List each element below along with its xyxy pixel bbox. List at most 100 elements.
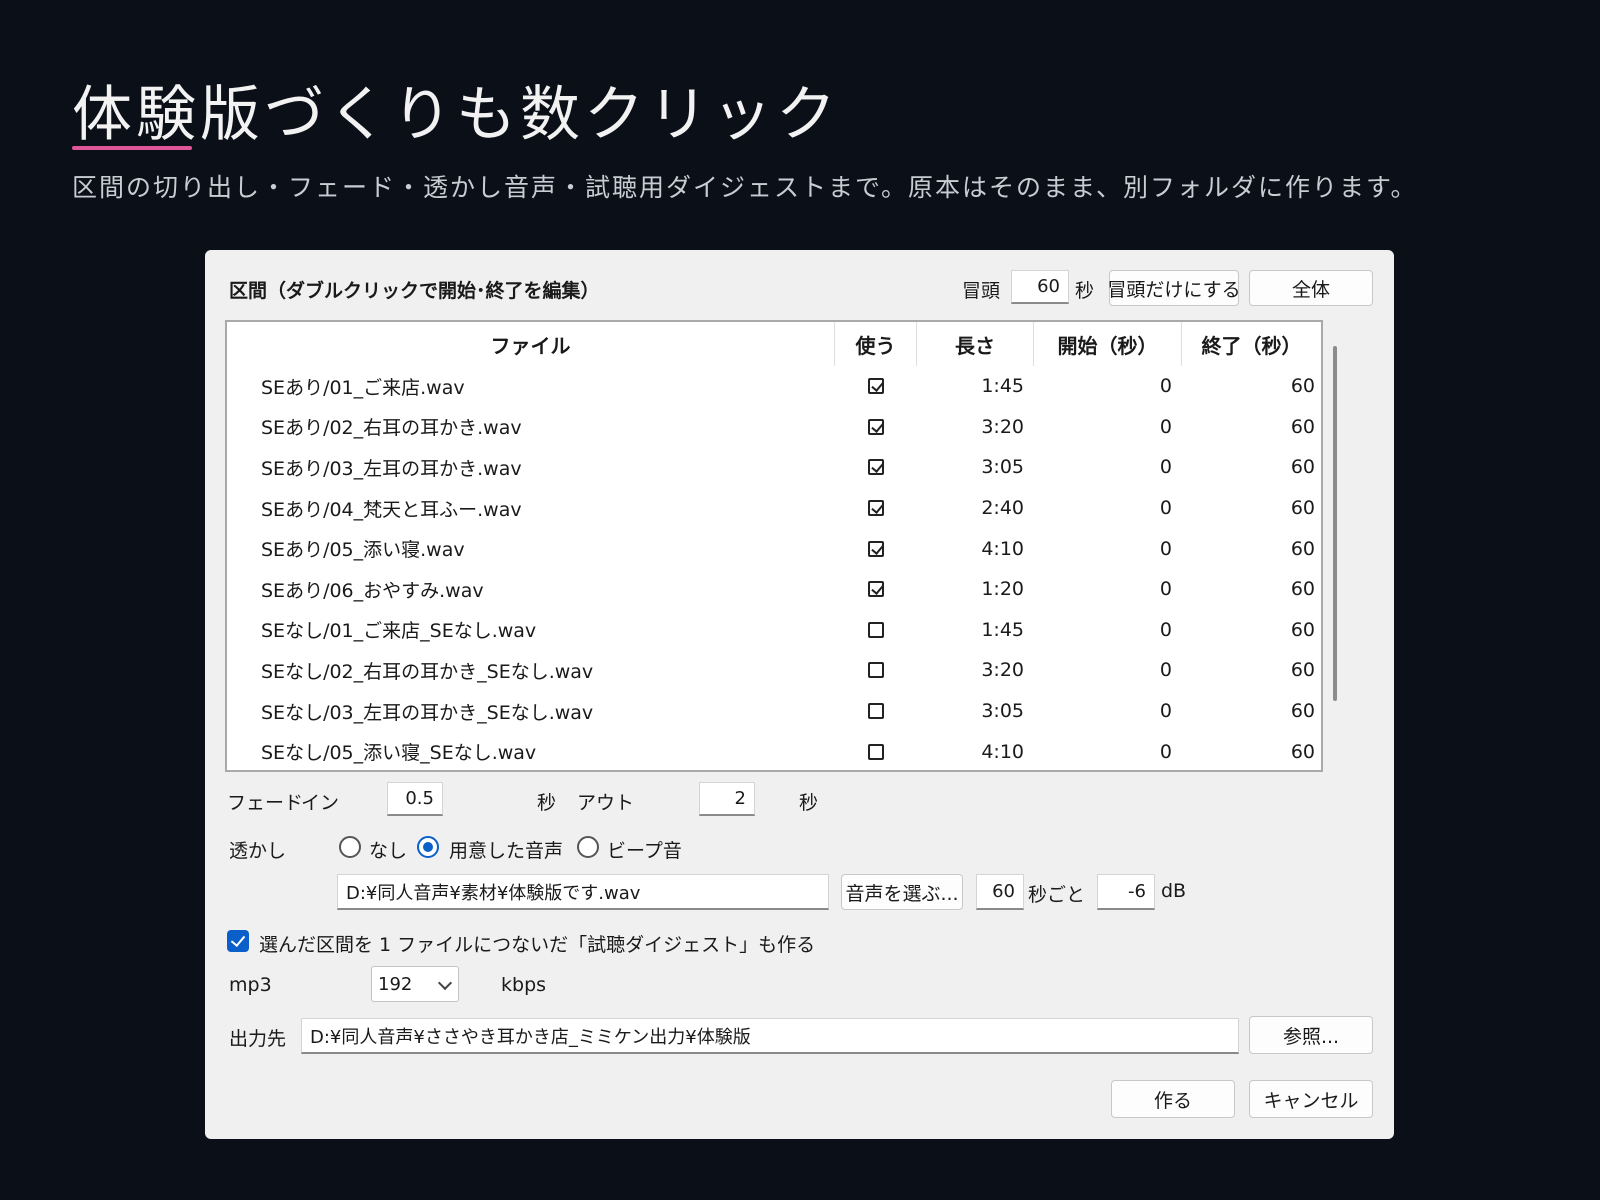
- browse-button[interactable]: 参照...: [1249, 1016, 1373, 1054]
- end-cell[interactable]: 60: [1182, 569, 1321, 610]
- fade-out-input[interactable]: 2: [699, 782, 755, 816]
- use-checkbox[interactable]: [868, 581, 884, 598]
- table-body: SEあり/01_ご来店.wav 1:45 0 60 SEあり/02_右耳の耳かき.wav…: [227, 366, 1321, 770]
- watermark-beep-label[interactable]: ビープ音: [607, 836, 682, 863]
- output-label: 出力先: [229, 1028, 287, 1050]
- watermark-gain-input[interactable]: -6: [1097, 874, 1155, 910]
- use-cell: [835, 447, 917, 488]
- head-label: 冒頭: [962, 280, 1001, 302]
- table-header: ファイル 使う 長さ 開始（秒） 終了（秒）: [227, 322, 1321, 366]
- end-cell[interactable]: 60: [1182, 488, 1321, 529]
- file-cell: SEあり/02_右耳の耳かき.wav: [261, 417, 522, 440]
- column-file[interactable]: ファイル: [227, 322, 835, 366]
- file-cell: SEなし/02_右耳の耳かき_SEなし.wav: [261, 660, 594, 683]
- start-cell[interactable]: 0: [1034, 731, 1182, 770]
- choose-audio-button[interactable]: 音声を選ぶ...: [841, 874, 963, 910]
- file-cell: SEあり/05_添い寝.wav: [261, 539, 465, 562]
- column-use[interactable]: 使う: [835, 322, 917, 366]
- table-row[interactable]: SEあり/06_おやすみ.wav 1:20 0 60: [227, 569, 1321, 610]
- table-row[interactable]: SEなし/05_添い寝_SEなし.wav 4:10 0 60: [227, 731, 1321, 770]
- use-cell: [835, 691, 917, 732]
- end-cell[interactable]: 60: [1182, 447, 1321, 488]
- table-row[interactable]: SEあり/02_右耳の耳かき.wav 3:20 0 60: [227, 407, 1321, 448]
- start-cell[interactable]: 0: [1034, 366, 1182, 407]
- length-cell: 1:20: [981, 578, 1024, 601]
- start-cell[interactable]: 0: [1034, 691, 1182, 732]
- fade-out-label: アウト: [577, 792, 635, 814]
- output-path-input[interactable]: D:¥同人音声¥ささやき耳かき店_ミミケン出力¥体験版: [301, 1018, 1239, 1054]
- watermark-interval-unit: 秒ごと: [1028, 884, 1086, 906]
- slide-subtitle: 区間の切り出し・フェード・透かし音声・試聴用ダイジェストまで。原本はそのまま、別…: [72, 173, 1418, 202]
- start-cell[interactable]: 0: [1034, 407, 1182, 448]
- column-start[interactable]: 開始（秒）: [1034, 322, 1182, 366]
- file-cell: SEなし/05_添い寝_SEなし.wav: [261, 742, 537, 765]
- watermark-beep-radio[interactable]: [577, 836, 599, 858]
- use-cell: [835, 407, 917, 448]
- start-cell[interactable]: 0: [1034, 447, 1182, 488]
- file-cell: SEなし/03_左耳の耳かき_SEなし.wav: [261, 701, 594, 724]
- watermark-none-radio[interactable]: [339, 836, 361, 858]
- use-checkbox[interactable]: [868, 703, 884, 720]
- file-cell: SEあり/04_梵天と耳ふー.wav: [261, 498, 522, 521]
- table-scrollbar[interactable]: [1333, 346, 1337, 701]
- fade-in-input[interactable]: 0.5: [387, 782, 443, 816]
- table-row[interactable]: SEあり/04_梵天と耳ふー.wav 2:40 0 60: [227, 488, 1321, 529]
- bitrate-select[interactable]: 192: [371, 966, 459, 1002]
- end-cell[interactable]: 60: [1182, 691, 1321, 732]
- fade-out-unit: 秒: [799, 792, 819, 814]
- length-cell: 4:10: [981, 537, 1024, 560]
- watermark-custom-radio[interactable]: [417, 836, 439, 858]
- use-checkbox[interactable]: [868, 621, 884, 638]
- cancel-button[interactable]: キャンセル: [1249, 1080, 1373, 1118]
- mp3-label: mp3: [229, 974, 272, 996]
- watermark-interval-input[interactable]: 60: [976, 874, 1024, 910]
- use-cell: [835, 488, 917, 529]
- end-cell[interactable]: 60: [1182, 650, 1321, 691]
- digest-checkbox[interactable]: [227, 930, 249, 952]
- watermark-custom-label[interactable]: 用意した音声: [449, 836, 563, 863]
- use-cell: [835, 366, 917, 407]
- end-cell[interactable]: 60: [1182, 528, 1321, 569]
- use-checkbox[interactable]: [868, 459, 884, 476]
- watermark-file-input[interactable]: D:¥同人音声¥素材¥体験版です.wav: [337, 874, 829, 910]
- watermark-gain-unit: dB: [1161, 880, 1187, 902]
- file-cell: SEあり/06_おやすみ.wav: [261, 579, 484, 602]
- section-label: 区間（ダブルクリックで開始･終了を編集）: [229, 280, 600, 302]
- end-cell[interactable]: 60: [1182, 407, 1321, 448]
- create-button[interactable]: 作る: [1111, 1080, 1235, 1118]
- fade-in-unit: 秒: [537, 792, 557, 814]
- digest-label[interactable]: 選んだ区間を 1 ファイルにつないだ「試聴ダイジェスト」も作る: [259, 930, 815, 957]
- use-checkbox[interactable]: [868, 378, 884, 395]
- column-end[interactable]: 終了（秒）: [1182, 322, 1321, 366]
- use-checkbox[interactable]: [868, 418, 884, 435]
- table-row[interactable]: SEあり/01_ご来店.wav 1:45 0 60: [227, 366, 1321, 407]
- length-cell: 3:05: [981, 456, 1024, 479]
- use-checkbox[interactable]: [868, 500, 884, 517]
- end-cell[interactable]: 60: [1182, 731, 1321, 770]
- use-checkbox[interactable]: [868, 743, 884, 760]
- start-cell[interactable]: 0: [1034, 488, 1182, 529]
- end-cell[interactable]: 60: [1182, 610, 1321, 651]
- start-cell[interactable]: 0: [1034, 650, 1182, 691]
- length-cell: 2:40: [981, 497, 1024, 520]
- head-seconds-input[interactable]: 60: [1011, 270, 1069, 304]
- section-table: ファイル 使う 長さ 開始（秒） 終了（秒） SEあり/01_ご来店.wav 1:…: [225, 320, 1323, 772]
- table-row[interactable]: SEあり/05_添い寝.wav 4:10 0 60: [227, 528, 1321, 569]
- use-checkbox[interactable]: [868, 662, 884, 679]
- start-cell[interactable]: 0: [1034, 528, 1182, 569]
- end-cell[interactable]: 60: [1182, 366, 1321, 407]
- table-row[interactable]: SEなし/03_左耳の耳かき_SEなし.wav 3:05 0 60: [227, 691, 1321, 732]
- length-cell: 4:10: [981, 740, 1024, 763]
- column-length[interactable]: 長さ: [917, 322, 1034, 366]
- table-row[interactable]: SEなし/02_右耳の耳かき_SEなし.wav 3:20 0 60: [227, 650, 1321, 691]
- watermark-none-label[interactable]: なし: [369, 836, 407, 863]
- table-row[interactable]: SEなし/01_ご来店_SEなし.wav 1:45 0 60: [227, 610, 1321, 651]
- use-checkbox[interactable]: [868, 540, 884, 557]
- all-button[interactable]: 全体: [1249, 270, 1373, 306]
- use-cell: [835, 650, 917, 691]
- use-cell: [835, 731, 917, 770]
- table-row[interactable]: SEあり/03_左耳の耳かき.wav 3:05 0 60: [227, 447, 1321, 488]
- start-cell[interactable]: 0: [1034, 569, 1182, 610]
- head-only-button[interactable]: 冒頭だけにする: [1107, 270, 1241, 306]
- start-cell[interactable]: 0: [1034, 610, 1182, 651]
